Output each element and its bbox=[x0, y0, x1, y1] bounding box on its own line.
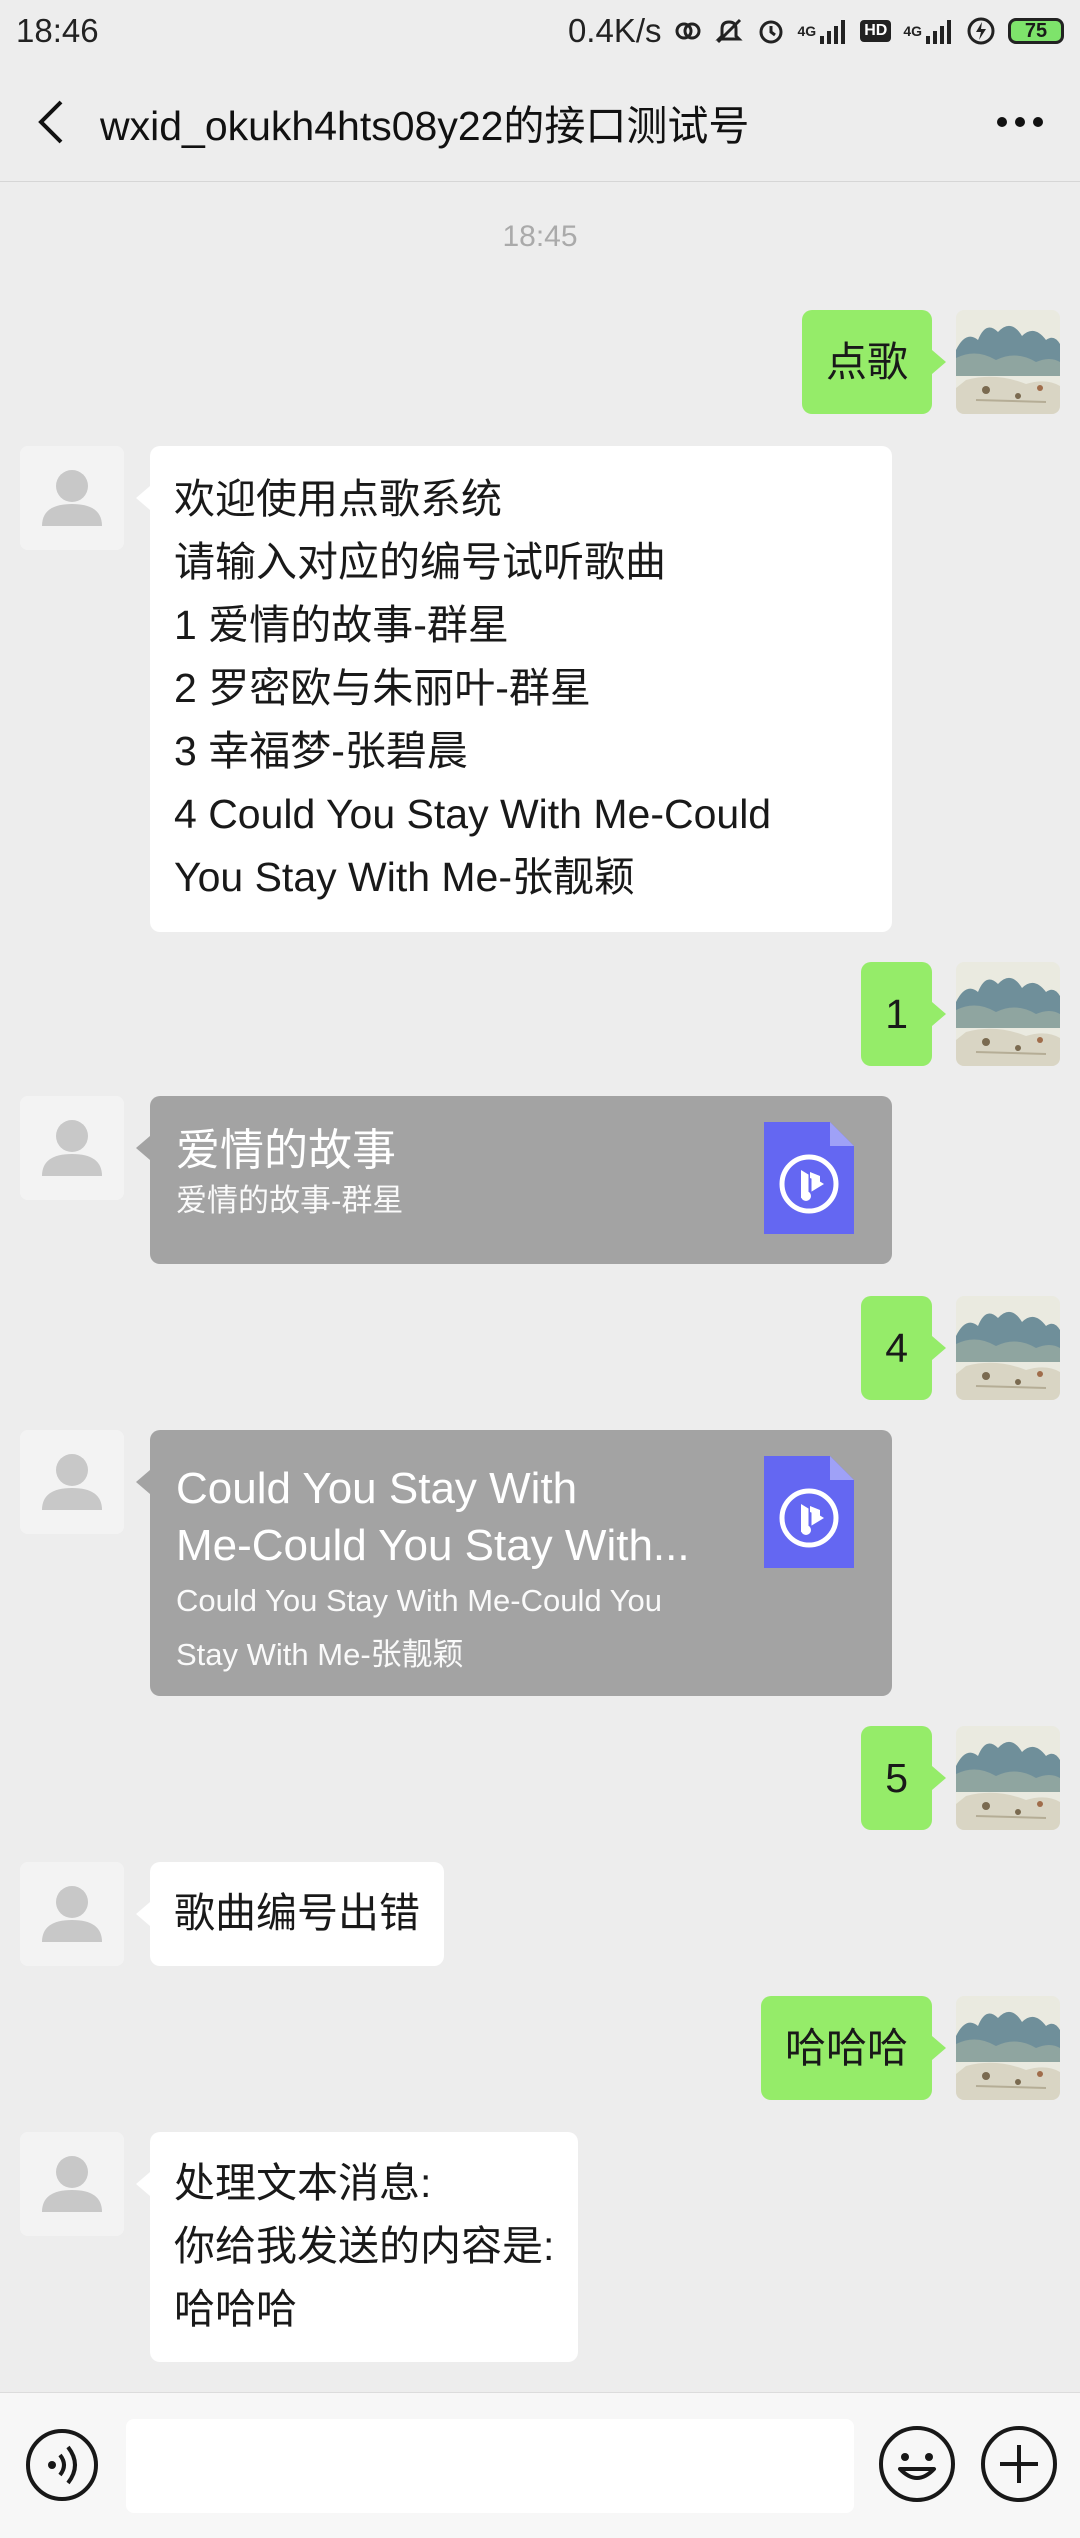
input-bar bbox=[0, 2392, 1080, 2538]
message-outgoing: 5 bbox=[0, 1726, 1080, 1830]
my-avatar[interactable] bbox=[956, 1296, 1060, 1400]
signal-2-icon: 4G bbox=[903, 18, 954, 44]
battery-indicator: 75 bbox=[1008, 18, 1064, 44]
status-bar: 18:46 0.4K/s 4G HD 4G 75 bbox=[0, 0, 1080, 62]
music-card[interactable]: Could You Stay With Me-Could You Stay Wi… bbox=[136, 1430, 892, 1696]
message-line: 处理文本消息: bbox=[174, 2160, 432, 2206]
my-avatar[interactable] bbox=[956, 1996, 1060, 2100]
text-bubble[interactable]: 5 bbox=[861, 1726, 946, 1830]
back-button[interactable] bbox=[0, 62, 100, 182]
music-card[interactable]: 爱情的故事 爱情的故事-群星 bbox=[136, 1096, 892, 1264]
link-icon bbox=[674, 17, 702, 45]
mute-bell-icon bbox=[714, 16, 744, 46]
contact-avatar[interactable] bbox=[20, 446, 124, 550]
my-avatar[interactable] bbox=[956, 962, 1060, 1066]
music-subtitle-line: Stay With Me-张靓颖 bbox=[176, 1637, 464, 1672]
music-file-icon bbox=[764, 1456, 854, 1568]
message-outgoing: 哈哈哈 bbox=[0, 1996, 1080, 2100]
message-line: 你给我发送的内容是: bbox=[174, 2223, 555, 2269]
chat-header: wxid_okukh4hts08y22的接口测试号 bbox=[0, 62, 1080, 182]
my-avatar[interactable] bbox=[956, 310, 1060, 414]
more-options-button[interactable] bbox=[960, 62, 1080, 182]
network-speed: 0.4K/s bbox=[567, 12, 662, 49]
music-subtitle: Could You Stay With Me-Could You Stay Wi… bbox=[176, 1574, 736, 1682]
contact-avatar[interactable] bbox=[20, 1862, 124, 1966]
music-title-line: Me-Could You Stay With... bbox=[176, 1521, 690, 1570]
signal-1-icon: 4G bbox=[798, 18, 849, 44]
music-subtitle: 爱情的故事-群星 bbox=[176, 1183, 404, 1218]
message-line: You Stay With Me-张靓颖 bbox=[174, 854, 636, 900]
emoji-icon[interactable] bbox=[876, 2423, 958, 2505]
music-subtitle-line: Could You Stay With Me-Could You bbox=[176, 1583, 662, 1618]
message-incoming: 处理文本消息: 你给我发送的内容是: 哈哈哈 bbox=[0, 2132, 1080, 2362]
chat-title: wxid_okukh4hts08y22的接口测试号 bbox=[100, 102, 750, 149]
contact-avatar[interactable] bbox=[20, 1430, 124, 1534]
music-title: Could You Stay With Me-Could You Stay Wi… bbox=[176, 1460, 736, 1574]
my-avatar[interactable] bbox=[956, 1726, 1060, 1830]
message-outgoing: 1 bbox=[0, 962, 1080, 1066]
text-bubble[interactable]: 1 bbox=[861, 962, 946, 1066]
back-arrow-icon bbox=[38, 100, 63, 143]
music-file-icon bbox=[764, 1122, 854, 1234]
voice-icon[interactable] bbox=[24, 2427, 100, 2503]
message-line: 请输入对应的编号试听歌曲 bbox=[174, 539, 666, 585]
message-incoming: 歌曲编号出错 bbox=[0, 1862, 1080, 1966]
message-line: 4 Could You Stay With Me-Could bbox=[174, 791, 772, 837]
text-bubble[interactable]: 处理文本消息: 你给我发送的内容是: 哈哈哈 bbox=[135, 2132, 579, 2362]
text-bubble[interactable]: 点歌 bbox=[802, 310, 946, 414]
music-title: 爱情的故事 bbox=[176, 1126, 396, 1175]
message-input[interactable] bbox=[126, 2419, 854, 2513]
message-incoming: Could You Stay With Me-Could You Stay Wi… bbox=[0, 1430, 1080, 1696]
message-line: 2 罗密欧与朱丽叶-群星 bbox=[174, 665, 591, 711]
message-outgoing: 点歌 bbox=[0, 310, 1080, 414]
status-icons: 0.4K/s 4G HD 4G 75 bbox=[568, 12, 1064, 50]
message-timestamp: 18:45 bbox=[502, 220, 578, 253]
more-dots-icon bbox=[997, 116, 1043, 127]
music-title-line: Could You Stay With bbox=[176, 1464, 578, 1513]
message-incoming: 爱情的故事 爱情的故事-群星 bbox=[0, 1096, 1080, 1264]
message-line: 3 幸福梦-张碧晨 bbox=[174, 728, 468, 774]
text-bubble[interactable]: 歌曲编号出错 bbox=[136, 1862, 444, 1966]
status-time: 18:46 bbox=[16, 12, 99, 49]
message-line: 欢迎使用点歌系统 bbox=[174, 476, 502, 522]
text-bubble[interactable]: 4 bbox=[861, 1296, 946, 1400]
contact-avatar[interactable] bbox=[20, 1096, 124, 1200]
text-bubble[interactable]: 哈哈哈 bbox=[761, 1996, 946, 2100]
message-incoming: 欢迎使用点歌系统 请输入对应的编号试听歌曲 1 爱情的故事-群星 2 罗密欧与朱… bbox=[0, 446, 1080, 932]
message-outgoing: 4 bbox=[0, 1296, 1080, 1400]
message-line: 1 爱情的故事-群星 bbox=[174, 602, 509, 648]
contact-avatar[interactable] bbox=[20, 2132, 124, 2236]
text-bubble[interactable]: 欢迎使用点歌系统 请输入对应的编号试听歌曲 1 爱情的故事-群星 2 罗密欧与朱… bbox=[136, 446, 892, 932]
charging-icon bbox=[966, 16, 996, 46]
alarm-icon bbox=[756, 16, 786, 46]
message-line: 哈哈哈 bbox=[174, 2286, 297, 2332]
plus-icon[interactable] bbox=[978, 2423, 1060, 2505]
hd-icon: HD bbox=[860, 20, 892, 42]
